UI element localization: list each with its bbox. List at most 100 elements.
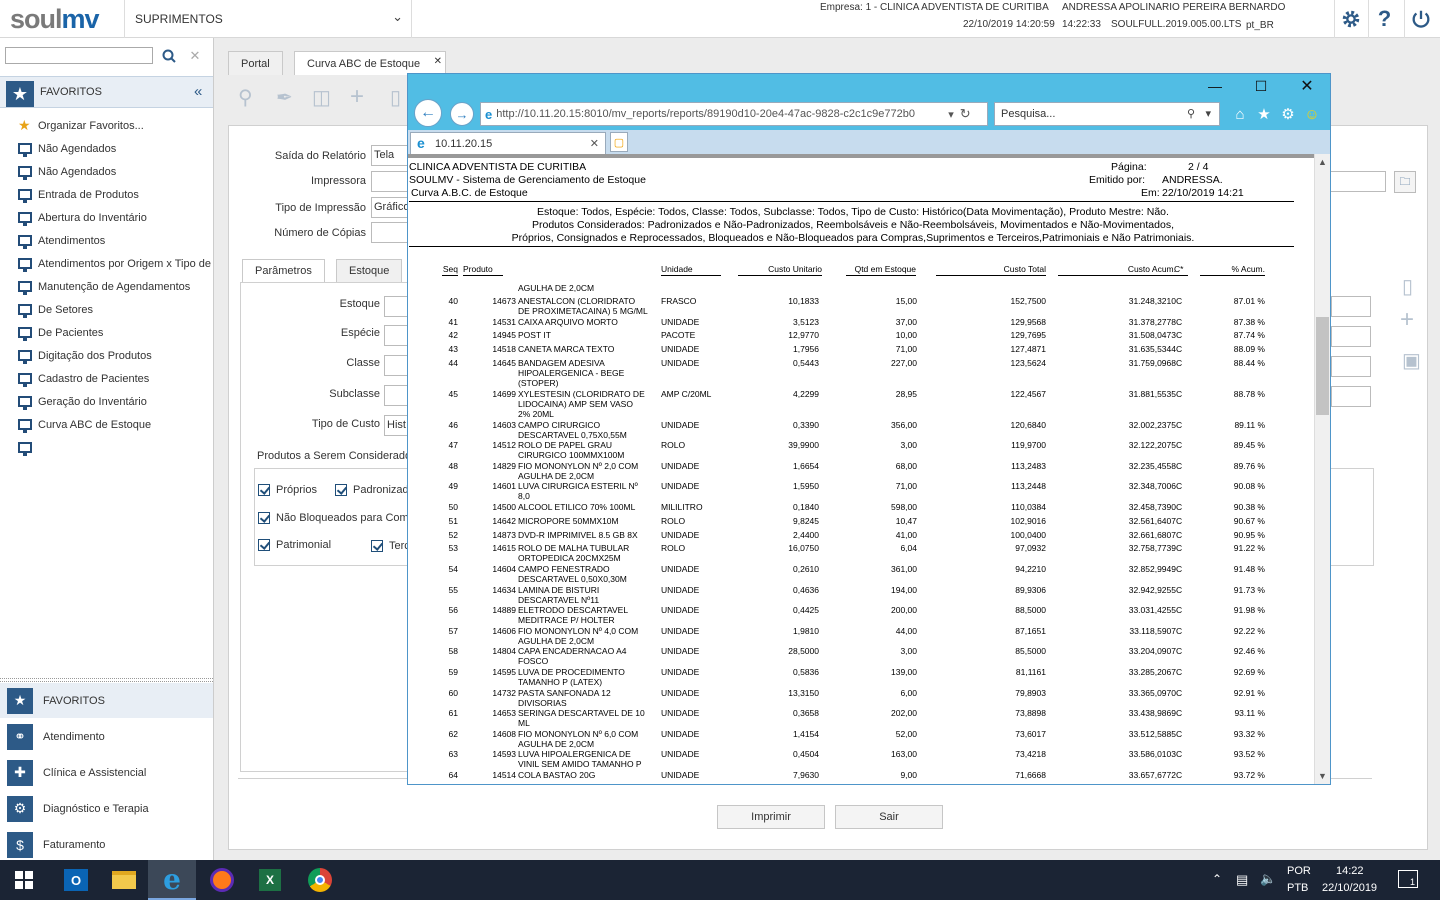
dropdown-icon[interactable]: ▾ xyxy=(948,108,954,121)
sidebar-item[interactable]: Digitação dos Produtos xyxy=(0,344,213,367)
address-bar[interactable]: e http://10.11.20.15:8010/mv_reports/rep… xyxy=(480,102,988,126)
scroll-thumb[interactable] xyxy=(1316,317,1329,415)
patrimonial-checkbox[interactable]: Patrimonial xyxy=(258,539,331,551)
sidebar-item[interactable]: Cadastro de Pacientes xyxy=(0,367,213,390)
home-icon[interactable]: ⌂ xyxy=(1230,104,1250,124)
minimize-icon[interactable]: — xyxy=(1200,77,1230,95)
volume-icon[interactable]: 🔈 xyxy=(1260,871,1276,887)
grid-field-2[interactable] xyxy=(1331,326,1371,347)
browser-tab[interactable]: e 10.11.20.15 ✕ xyxy=(410,132,606,154)
maximize-icon[interactable]: ☐ xyxy=(1246,77,1276,95)
nao-bloqueados-checkbox[interactable]: Não Bloqueados para Comp xyxy=(258,512,415,524)
folder-icon[interactable]: 🗀 xyxy=(1394,171,1416,193)
module-selector[interactable]: SUPRIMENTOS ⌄ xyxy=(124,0,412,38)
network-icon[interactable]: ▤ xyxy=(1236,872,1248,888)
sidebar-item[interactable]: Não Agendados xyxy=(0,160,213,183)
grid-field-1[interactable] xyxy=(1331,296,1371,317)
grid-field-4[interactable] xyxy=(1331,386,1371,407)
category-item[interactable]: ⚙ Diagnóstico e Terapia xyxy=(0,791,213,826)
dropdown-icon[interactable]: ▾ xyxy=(1205,107,1211,120)
sair-button[interactable]: Sair xyxy=(835,805,943,829)
row-seq: 49 xyxy=(448,481,458,492)
sidebar-item[interactable]: Não Agendados xyxy=(0,137,213,160)
close-icon[interactable]: ✕ xyxy=(1292,77,1322,95)
scroll-down-icon[interactable]: ▼ xyxy=(1318,771,1327,781)
tab-portal[interactable]: Portal xyxy=(228,51,283,75)
report-scrollbar[interactable]: ▲ ▼ xyxy=(1314,154,1330,784)
sidebar-item[interactable]: Atendimentos xyxy=(0,229,213,252)
tab-curva-abc[interactable]: Curva ABC de Estoque ✕ xyxy=(294,51,446,75)
outlook-icon[interactable]: O xyxy=(52,860,100,900)
menu-search-input[interactable] xyxy=(5,47,153,64)
sidebar-item[interactable]: De Pacientes xyxy=(0,321,213,344)
lang-secondary[interactable]: PTB xyxy=(1287,882,1308,894)
sidebar-item[interactable] xyxy=(0,436,213,459)
clear-form-icon[interactable]: ✒ xyxy=(276,85,293,110)
refresh-icon[interactable]: ↻ xyxy=(960,106,971,122)
sidebar-item[interactable]: Atendimentos por Origem x Tipo de xyxy=(0,252,213,275)
taskbar-date[interactable]: 22/10/2019 xyxy=(1322,882,1377,894)
add-row-icon[interactable]: + xyxy=(1400,306,1414,334)
sidebar-item[interactable]: Entrada de Produtos xyxy=(0,183,213,206)
terceiros-checkbox[interactable]: Terc xyxy=(371,540,410,552)
impressora-field[interactable] xyxy=(371,171,409,192)
delete-row-icon[interactable]: ▯ xyxy=(1402,274,1413,299)
file-explorer-icon[interactable] xyxy=(100,860,148,900)
subtab-parametros[interactable]: Parâmetros xyxy=(242,259,325,282)
clear-icon[interactable]: ✕ xyxy=(184,46,206,66)
search-icon[interactable]: ⚲ xyxy=(238,85,253,110)
new-tab-icon[interactable]: ▢ xyxy=(610,132,628,152)
sidebar-item[interactable]: Manutenção de Agendamentos xyxy=(0,275,213,298)
forward-icon[interactable]: → xyxy=(450,102,474,126)
collapse-icon[interactable]: « xyxy=(194,83,202,100)
firefox-icon[interactable] xyxy=(198,860,246,900)
category-item[interactable]: ★ FAVORITOS xyxy=(0,683,213,718)
chrome-icon[interactable] xyxy=(296,860,344,900)
grid-field-3[interactable] xyxy=(1331,356,1371,377)
padronizados-checkbox[interactable]: Padronizad xyxy=(335,484,409,496)
path-field[interactable] xyxy=(1326,171,1386,192)
chevron-up-icon[interactable]: ⌃ xyxy=(1212,872,1222,886)
favorites-header[interactable]: ★ FAVORITOS « xyxy=(0,76,213,108)
search-icon[interactable] xyxy=(158,46,180,66)
ie-icon[interactable]: e xyxy=(148,860,196,900)
splitter[interactable] xyxy=(0,678,213,682)
sidebar-item[interactable]: Geração do Inventário xyxy=(0,390,213,413)
copias-field[interactable] xyxy=(371,222,409,243)
notification-icon[interactable]: 1 xyxy=(1398,870,1418,888)
proprios-checkbox[interactable]: Próprios xyxy=(258,484,317,496)
sidebar-item[interactable]: ★ Organizar Favoritos... xyxy=(0,114,213,137)
delete-icon[interactable]: ▯ xyxy=(390,85,401,110)
close-tab-icon[interactable]: ✕ xyxy=(590,137,599,150)
imprimir-button[interactable]: Imprimir xyxy=(717,805,825,829)
category-item[interactable]: $ Faturamento xyxy=(0,827,213,862)
gear-icon[interactable] xyxy=(1334,0,1366,38)
category-item[interactable]: ✚ Clínica e Assistencial xyxy=(0,755,213,790)
tipo-impressao-select[interactable]: Gráfico xyxy=(371,197,409,218)
lang-primary[interactable]: POR xyxy=(1287,865,1311,877)
category-item[interactable]: ⚭ Atendimento xyxy=(0,719,213,754)
favorites-star-icon[interactable]: ★ xyxy=(1254,104,1274,124)
sidebar-item[interactable]: Abertura do Inventário xyxy=(0,206,213,229)
sidebar-item[interactable]: Curva ABC de Estoque xyxy=(0,413,213,436)
close-icon[interactable]: ✕ xyxy=(434,56,442,67)
web-search-input[interactable]: Pesquisa... ⚲ ▾ xyxy=(994,102,1220,126)
scroll-up-icon[interactable]: ▲ xyxy=(1318,157,1327,167)
add-icon[interactable]: + xyxy=(350,83,364,111)
remove-row-icon[interactable]: ▣ xyxy=(1402,348,1421,373)
sidebar-item[interactable]: De Setores xyxy=(0,298,213,321)
help-icon[interactable]: ? xyxy=(1368,0,1400,38)
power-icon[interactable] xyxy=(1404,0,1436,38)
back-icon[interactable]: ← xyxy=(414,99,442,127)
medkit-icon: ✚ xyxy=(7,759,33,786)
saida-select[interactable]: Tela xyxy=(371,145,409,166)
taskbar-time[interactable]: 14:22 xyxy=(1336,865,1364,877)
windows-icon[interactable] xyxy=(0,860,48,900)
subtab-estoque[interactable]: Estoque xyxy=(336,259,403,282)
smiley-icon[interactable]: ☺ xyxy=(1302,104,1322,124)
browser-titlebar[interactable]: — ☐ ✕ xyxy=(408,74,1330,98)
tools-gear-icon[interactable]: ⚙ xyxy=(1278,104,1298,124)
excel-icon[interactable]: X xyxy=(246,860,294,900)
search-icon[interactable]: ⚲ xyxy=(1187,107,1195,120)
save-icon[interactable]: ◫ xyxy=(312,85,331,110)
